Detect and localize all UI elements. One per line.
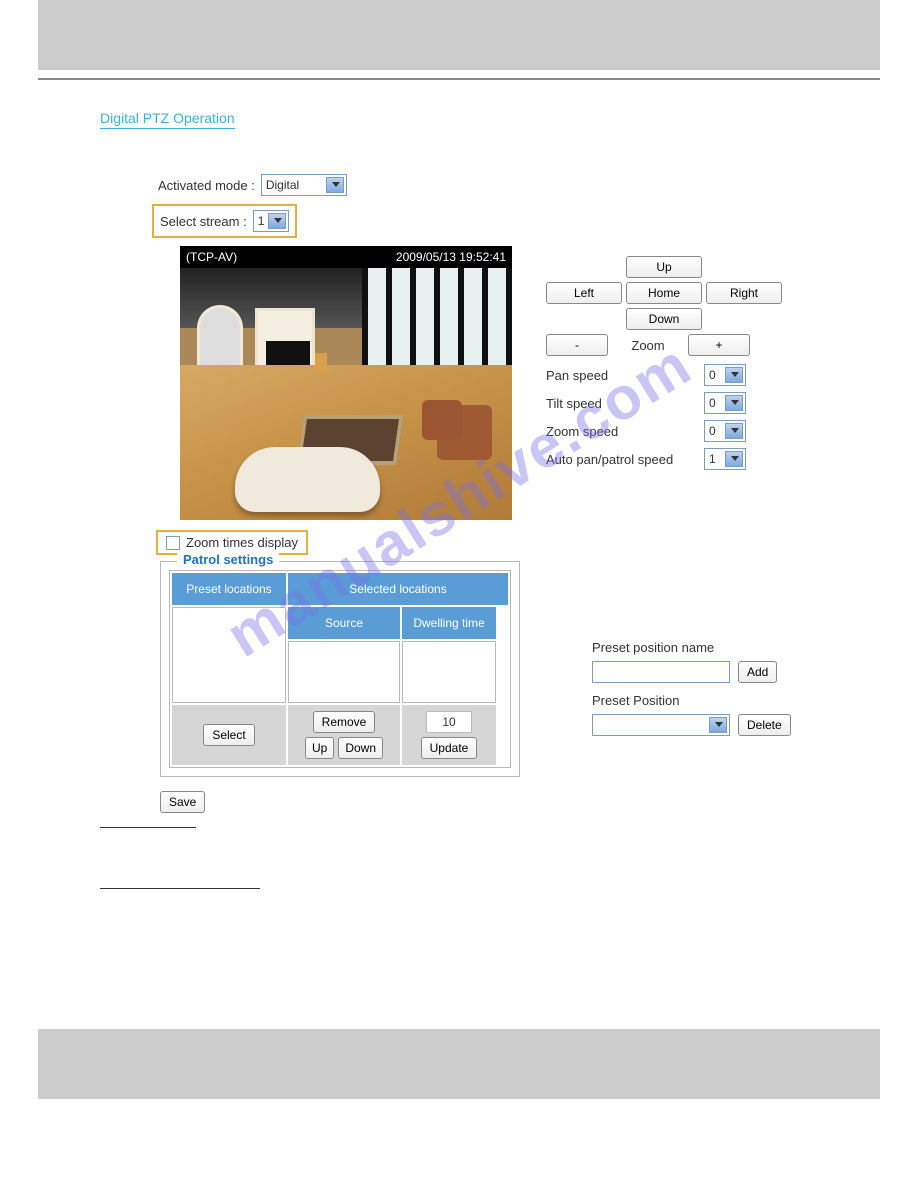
down-button[interactable]: Down [626,308,702,330]
source-header: Source [288,607,400,639]
preset-name-input[interactable] [592,661,730,683]
select-stream-select[interactable]: 1 [253,210,289,232]
dwell-header: Dwelling time [402,607,496,639]
zoom-label: Zoom [618,338,678,353]
select-button[interactable]: Select [203,724,254,746]
select-stream-value: 1 [258,214,265,228]
preset-position-select[interactable] [592,714,730,736]
video-preview: (TCP-AV) 2009/05/13 19:52:41 [180,246,512,520]
left-button[interactable]: Left [546,282,622,304]
remove-button[interactable]: Remove [313,711,376,733]
chevron-down-icon [731,400,739,405]
chevron-down-icon [274,218,282,223]
preset-locations-header: Preset locations [172,573,286,605]
up-button[interactable]: Up [626,256,702,278]
video-overlay-timestamp: 2009/05/13 19:52:41 [396,250,506,264]
zoom-times-label: Zoom times display [186,535,298,550]
right-button[interactable]: Right [706,282,782,304]
chevron-down-icon [715,722,723,727]
chevron-down-icon [731,372,739,377]
chevron-down-icon [332,182,340,187]
auto-speed-label: Auto pan/patrol speed [546,452,673,467]
pan-speed-label: Pan speed [546,368,608,383]
top-banner [38,0,880,70]
pan-speed-value: 0 [709,368,716,382]
activated-mode-select[interactable]: Digital [261,174,347,196]
tilt-speed-label: Tilt speed [546,396,602,411]
preset-locations-list[interactable] [172,607,286,703]
underline-2 [100,888,260,889]
selected-locations-header: Selected locations [288,573,508,605]
auto-speed-value: 1 [709,452,716,466]
zoom-speed-value: 0 [709,424,716,438]
tilt-speed-value: 0 [709,396,716,410]
preset-position-label: Preset Position [592,693,791,708]
dwell-time-input[interactable]: 10 [426,711,472,733]
zoom-speed-select[interactable]: 0 [704,420,746,442]
tilt-speed-select[interactable]: 0 [704,392,746,414]
activated-mode-value: Digital [266,178,299,192]
video-overlay-left: (TCP-AV) [186,250,237,264]
patrol-legend: Patrol settings [177,552,279,567]
zoom-out-button[interactable]: - [546,334,608,356]
save-button[interactable]: Save [160,791,205,813]
pan-speed-select[interactable]: 0 [704,364,746,386]
select-stream-highlight: Select stream : 1 [152,204,297,238]
delete-button[interactable]: Delete [738,714,791,736]
zoom-in-button[interactable]: + [688,334,750,356]
home-button[interactable]: Home [626,282,702,304]
activated-mode-label: Activated mode : [158,178,255,193]
zoom-times-checkbox[interactable] [166,536,180,550]
patrol-down-button[interactable]: Down [338,737,383,759]
update-button[interactable]: Update [421,737,478,759]
bottom-banner [38,1029,880,1099]
select-stream-label: Select stream : [160,214,247,229]
section-heading-link[interactable]: Digital PTZ Operation [100,110,235,129]
zoom-speed-label: Zoom speed [546,424,618,439]
source-list[interactable] [288,641,400,703]
underline-1 [100,827,196,828]
patrol-up-button[interactable]: Up [305,737,334,759]
auto-speed-select[interactable]: 1 [704,448,746,470]
preset-name-label: Preset position name [592,640,791,655]
chevron-down-icon [731,428,739,433]
add-button[interactable]: Add [738,661,777,683]
video-frame-image [180,268,512,520]
chevron-down-icon [731,456,739,461]
dwell-list[interactable] [402,641,496,703]
